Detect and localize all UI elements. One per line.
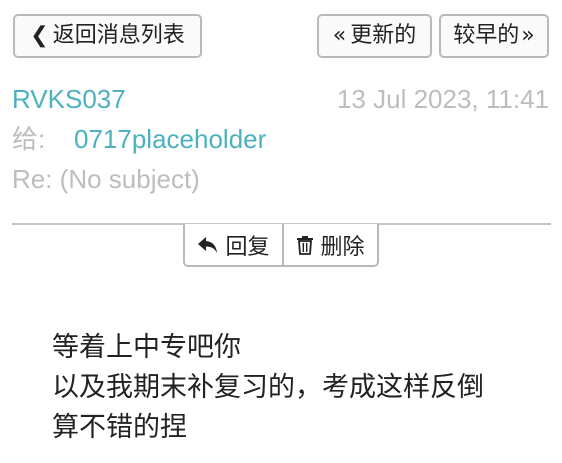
newer-message-label: 更新的	[350, 23, 417, 48]
delete-label: 删除	[320, 234, 365, 260]
message-body-line: 等着上中专吧你	[52, 332, 241, 363]
back-to-list-button[interactable]: ❮ 返回消息列表	[13, 14, 202, 58]
recipient-link[interactable]: 0717placeholder	[74, 126, 266, 152]
message-action-group: 回复 删除	[183, 224, 379, 267]
chevron-left-icon: ❮	[30, 23, 49, 48]
newer-message-button[interactable]: « 更新的	[317, 14, 432, 58]
double-chevron-right-icon: »	[521, 23, 535, 48]
sender-link[interactable]: RVKS037	[12, 86, 126, 112]
double-chevron-left-icon: «	[332, 23, 347, 48]
message-body-line: 算不错的捏	[52, 412, 187, 443]
back-to-list-label: 返回消息列表	[52, 23, 185, 48]
message-timestamp: 13 Jul 2023, 11:41	[336, 84, 549, 114]
older-message-button[interactable]: 较早的 »	[439, 14, 549, 58]
message-view: ❮ 返回消息列表 « 更新的 较早的 » RVKS037 13 Jul 2023…	[0, 0, 562, 463]
older-message-label: 较早的	[453, 23, 520, 48]
message-body: 等着上中专吧你 以及我期末补复习的，考成这样反倒 算不错的捏	[52, 328, 532, 448]
recipient-label: 给:	[12, 124, 46, 154]
delete-button[interactable]: 删除	[284, 224, 377, 265]
message-body-line: 以及我期末补复习的，考成这样反倒	[52, 372, 484, 403]
reply-button[interactable]: 回复	[185, 224, 284, 265]
trash-icon	[296, 235, 314, 255]
reply-label: 回复	[225, 234, 270, 260]
message-subject: Re: (No subject)	[12, 164, 200, 194]
reply-arrow-icon	[197, 235, 219, 255]
